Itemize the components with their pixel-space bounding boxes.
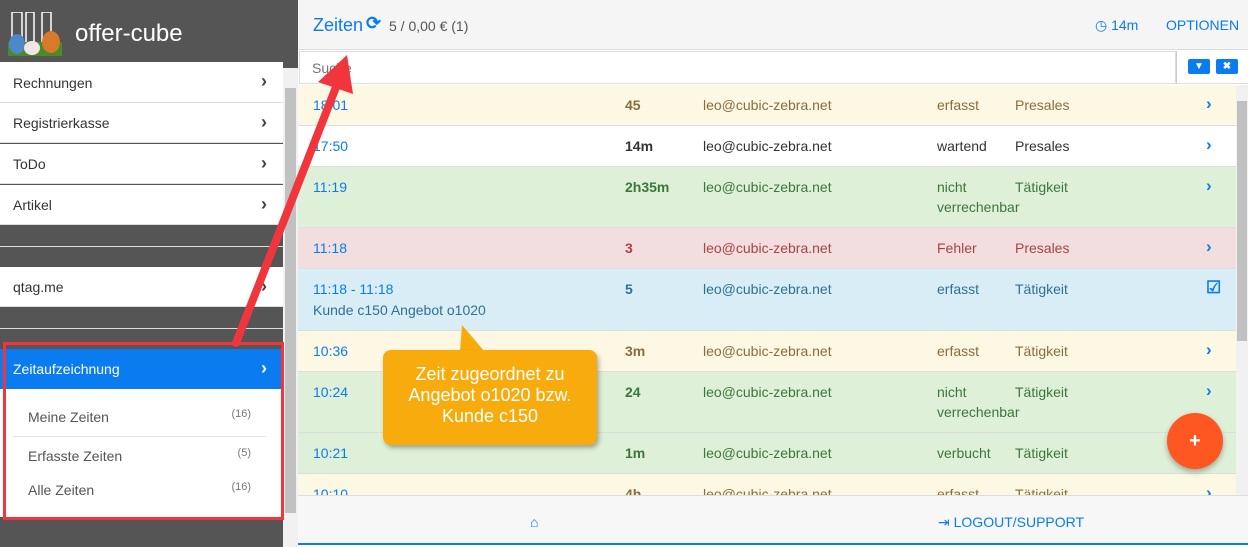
- type-cell: Presales: [1015, 138, 1070, 154]
- user-cell: leo@cubic-zebra.net: [703, 240, 832, 256]
- chevron-right-icon[interactable]: ›: [1206, 381, 1212, 401]
- type-cell: Tätigkeit: [1015, 343, 1068, 359]
- duration-cell: 3: [625, 240, 633, 256]
- summary-text: 5 / 0,00 € (1): [389, 18, 469, 34]
- chevron-right-icon: ›: [261, 194, 267, 214]
- table-row[interactable]: 18:01 45 leo@cubic-zebra.net erfasst Presale…: [298, 85, 1236, 126]
- chevron-right-icon[interactable]: ›: [1206, 237, 1212, 257]
- duration-cell: 1m: [625, 445, 646, 461]
- add-time-button[interactable]: +: [1167, 413, 1223, 469]
- user-cell: leo@cubic-zebra.net: [703, 138, 832, 154]
- chevron-right-icon: ›: [261, 71, 267, 91]
- table-row[interactable]: 11:18 - 11:18 5 leo@cubic-zebra.net erfasst…: [298, 269, 1236, 331]
- timer-button[interactable]: ◷ 14m: [1095, 17, 1138, 34]
- sidebar-item-label: qtag.me: [13, 279, 64, 295]
- status-cell: wartend: [937, 138, 987, 154]
- brand-header: offer-cube: [0, 0, 283, 68]
- sidebar-item-registrierkasse[interactable]: Registrierkasse ›: [0, 103, 283, 143]
- sidebar-item-label: Rechnungen: [13, 75, 93, 91]
- scrollbar-thumb[interactable]: [1237, 101, 1247, 341]
- type-cell: Tätigkeit: [1015, 179, 1068, 195]
- type-cell: Presales: [1015, 97, 1070, 113]
- sidebar-item-label: Registrierkasse: [13, 115, 110, 131]
- chevron-right-icon[interactable]: ›: [1206, 340, 1212, 360]
- timer-value: 14m: [1111, 17, 1139, 33]
- duration-cell: 5: [625, 281, 633, 297]
- footer: ⌂ ⇥ LOGOUT/SUPPORT: [298, 495, 1248, 545]
- filter-controls: ▼ ✖: [1176, 51, 1248, 84]
- sidebar-item-label: ToDo: [13, 156, 46, 172]
- duration-cell: 45: [625, 97, 641, 113]
- time-cell[interactable]: 11:18 - 11:18: [313, 281, 393, 297]
- sidebar-scrollbar[interactable]: [283, 68, 298, 547]
- annotation-callout: Zeit zugeordnet zu Angebot o1020 bzw. Ku…: [383, 350, 597, 445]
- clear-filter-icon[interactable]: ✖: [1216, 59, 1238, 74]
- time-cell[interactable]: 10:21: [313, 445, 348, 461]
- page-title: Zeiten: [313, 15, 364, 35]
- home-icon[interactable]: ⌂: [530, 514, 538, 530]
- logo-icon: [8, 12, 62, 56]
- checkbox-icon[interactable]: ☑: [1206, 278, 1221, 298]
- note-cell: Kunde c150 Angebot o1020: [313, 302, 486, 318]
- table-row[interactable]: 17:50 14m leo@cubic-zebra.net wartend Presal…: [298, 126, 1236, 167]
- logout-icon: ⇥: [938, 514, 954, 530]
- main-panel: Zeiten ⟳ 5 / 0,00 € (1) ◷ 14m OPTIONEN ▼…: [298, 0, 1248, 547]
- status-cell: Fehler: [937, 240, 977, 256]
- duration-cell: 3m: [625, 343, 646, 359]
- time-cell[interactable]: 18:01: [313, 97, 348, 113]
- user-cell: leo@cubic-zebra.net: [703, 384, 832, 400]
- user-cell: leo@cubic-zebra.net: [703, 179, 832, 195]
- table-row[interactable]: 11:19 2h35m leo@cubic-zebra.net nicht verre…: [298, 167, 1236, 228]
- duration-cell: 24: [625, 384, 641, 400]
- brand-name: offer-cube: [75, 20, 183, 47]
- logout-label: LOGOUT/SUPPORT: [953, 514, 1085, 530]
- options-button[interactable]: OPTIONEN: [1166, 17, 1239, 33]
- sidebar-item-rechnungen[interactable]: Rechnungen ›: [0, 62, 283, 103]
- chevron-right-icon[interactable]: ›: [1206, 176, 1212, 196]
- clock-icon: ◷: [1095, 17, 1112, 33]
- type-cell: Tätigkeit: [1015, 445, 1068, 461]
- divider: [0, 246, 283, 247]
- type-cell: Tätigkeit: [1015, 281, 1068, 297]
- user-cell: leo@cubic-zebra.net: [703, 343, 832, 359]
- user-cell: leo@cubic-zebra.net: [703, 445, 832, 461]
- status-cell: verbucht: [937, 445, 991, 461]
- time-cell[interactable]: 11:18: [313, 240, 347, 256]
- chevron-right-icon: ›: [261, 153, 267, 173]
- sidebar-item-qtag[interactable]: qtag.me ›: [0, 267, 283, 307]
- time-cell[interactable]: 10:36: [313, 343, 348, 359]
- search-input[interactable]: [299, 51, 1176, 84]
- sidebar-item-artikel[interactable]: Artikel ›: [0, 185, 283, 225]
- page-header: Zeiten ⟳ 5 / 0,00 € (1) ◷ 14m OPTIONEN: [298, 0, 1248, 50]
- callout-pointer: [460, 325, 484, 351]
- time-cell[interactable]: 10:24: [313, 384, 348, 400]
- sidebar-item-todo[interactable]: ToDo ›: [0, 144, 283, 184]
- annotation-highlight-box: [3, 342, 284, 520]
- status-cell: erfasst: [937, 343, 980, 359]
- chevron-right-icon[interactable]: ›: [1206, 94, 1212, 114]
- type-cell: Tätigkeit: [1015, 384, 1068, 400]
- filter-icon[interactable]: ▼: [1188, 59, 1210, 74]
- scrollbar-thumb[interactable]: [285, 88, 296, 513]
- status-cell: nicht verrechenbar: [937, 179, 1020, 215]
- divider: [0, 328, 283, 329]
- refresh-icon[interactable]: ⟳: [366, 13, 381, 34]
- table-row[interactable]: 11:18 3 leo@cubic-zebra.net Fehler Presales ›: [298, 228, 1236, 269]
- duration-cell: 14m: [625, 138, 654, 154]
- time-cell[interactable]: 11:19: [313, 179, 347, 195]
- user-cell: leo@cubic-zebra.net: [703, 281, 832, 297]
- sidebar-item-label: Artikel: [13, 197, 52, 213]
- chevron-right-icon: ›: [261, 112, 267, 132]
- duration-cell: 2h35m: [625, 179, 670, 195]
- chevron-right-icon: ›: [261, 276, 267, 296]
- status-cell: erfasst: [937, 97, 980, 113]
- user-cell: leo@cubic-zebra.net: [703, 97, 832, 113]
- time-cell[interactable]: 17:50: [313, 138, 348, 154]
- type-cell: Presales: [1015, 240, 1070, 256]
- chevron-right-icon[interactable]: ›: [1206, 135, 1212, 155]
- logout-support-link[interactable]: ⇥ LOGOUT/SUPPORT: [938, 514, 1084, 531]
- list-scrollbar[interactable]: [1236, 85, 1248, 495]
- status-cell: erfasst: [937, 281, 980, 297]
- status-cell: nicht verrechenbar: [937, 384, 1020, 420]
